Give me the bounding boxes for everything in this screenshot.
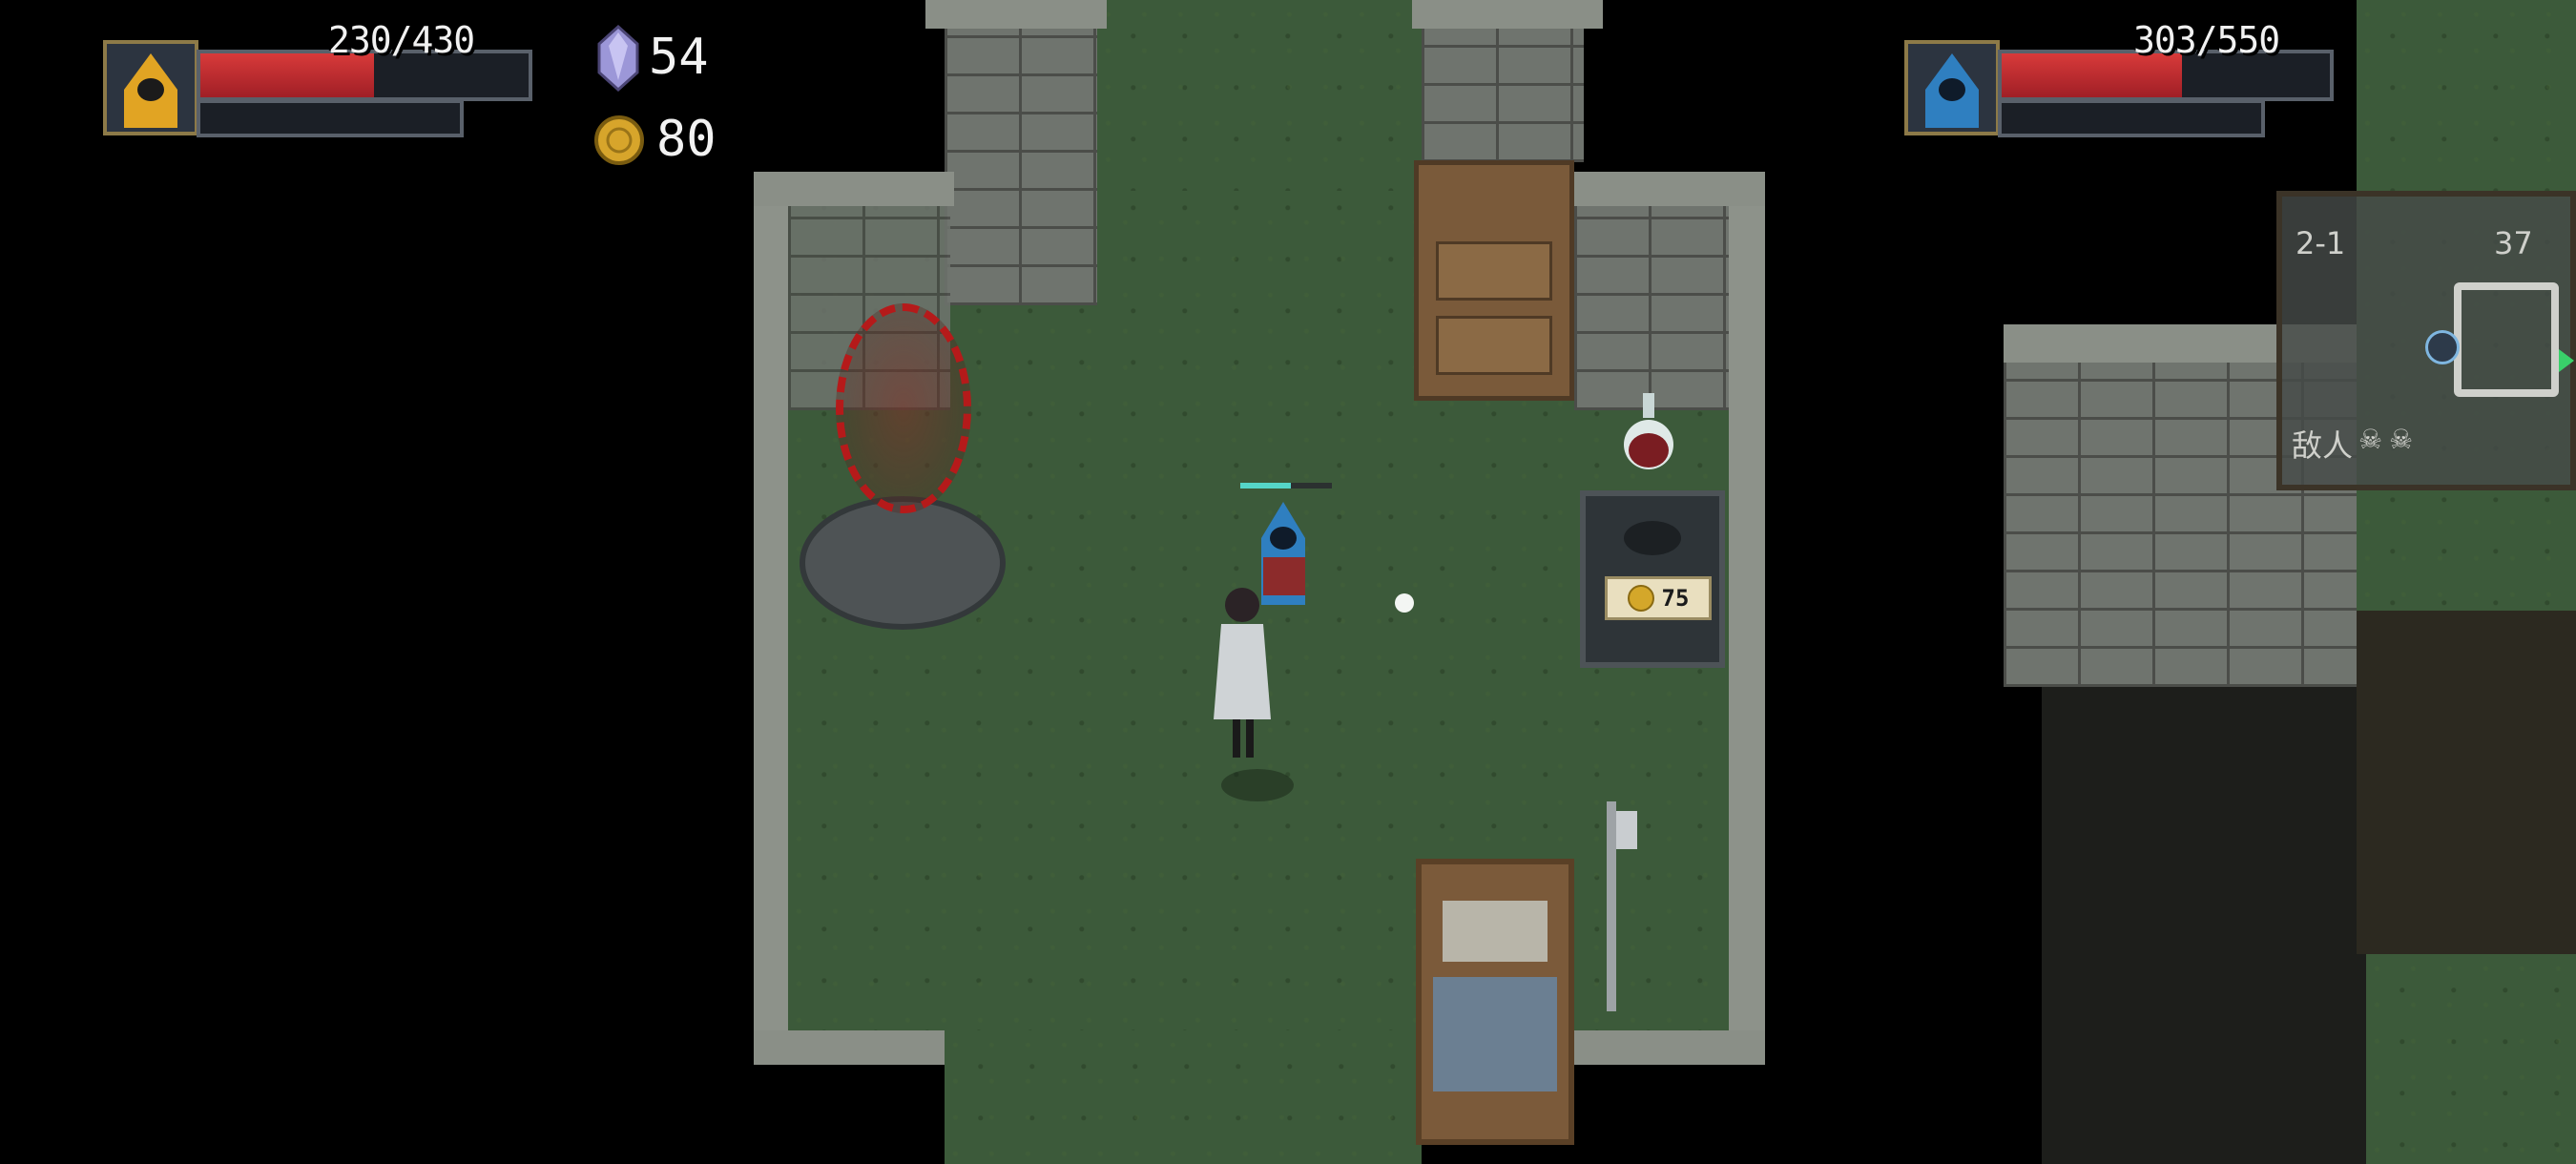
gold-coin-icon (594, 115, 644, 165)
bed[interactable] (1416, 859, 1574, 1145)
purple-crystal-icon (597, 24, 639, 93)
wall-top-north-left (925, 0, 1107, 29)
minimap[interactable]: 2-1 37 敌人 ☠ ☠ (2276, 191, 2576, 490)
east-floor-lower (2366, 954, 2576, 1164)
minimap-player-marker (2425, 330, 2460, 364)
scientist-player (1204, 576, 1280, 767)
price-text: 75 (1661, 585, 1690, 612)
wall-block-northeast (1574, 191, 1729, 410)
gold-count: 80 (656, 111, 717, 168)
player2-hp-text: 303/550 (2133, 19, 2280, 61)
blue-hooded-character-icon (1925, 53, 1979, 128)
wall-block-north-right (1422, 19, 1584, 162)
overhead-health-fill (1240, 483, 1291, 488)
shop-item-slot (1624, 521, 1681, 555)
red-portal[interactable] (836, 303, 971, 513)
player2-mana-bar (1998, 99, 2265, 137)
player2-portrait (1904, 40, 2000, 135)
lab-coat-character-icon (1214, 588, 1271, 758)
health-bar-overhead (1240, 483, 1332, 488)
bed-pillow (1443, 901, 1548, 962)
price-tag: 75 (1605, 576, 1712, 620)
dresser-drawer-top (1436, 241, 1552, 301)
coin-icon (1627, 585, 1654, 612)
iv-stand (1607, 801, 1616, 1011)
corridor-floor-north (1097, 0, 1422, 191)
room-wall-left (754, 172, 792, 1050)
minimap-room-outline (2454, 282, 2559, 397)
dungeon-scene: 75 (0, 0, 2576, 1164)
wall-top-southeast (1574, 1030, 1765, 1065)
wooden-dresser (1414, 160, 1574, 401)
wall-block-north-left (945, 19, 1097, 305)
room-wall-right (1727, 172, 1765, 1050)
wall-top-north-right (1412, 0, 1603, 29)
crystal-icon-wrap (597, 24, 639, 93)
shop-pedestal[interactable]: 75 (1580, 490, 1725, 668)
minimap-exit-arrow-icon (2559, 349, 2574, 372)
aim-cursor (1395, 593, 1414, 613)
skull-icon: ☠ (2358, 424, 2383, 455)
yellow-hooded-character-icon (124, 53, 177, 128)
bed-blanket (1433, 977, 1557, 1091)
dark-pit (2042, 687, 2366, 1164)
wall-top-southwest (754, 1030, 945, 1065)
rubble-area (2357, 611, 2576, 954)
player1-portrait (103, 40, 198, 135)
player-shadow (1221, 769, 1294, 801)
portal-pedestal (800, 496, 1006, 630)
wall-top-northwest (754, 172, 954, 206)
player1-hp-text: 230/430 (328, 19, 475, 61)
skull-icon: ☠ (2389, 424, 2414, 455)
minimap-enemies-label: 敌人 (2292, 427, 2354, 464)
crystal-count: 54 (649, 29, 709, 86)
red-potion-flask[interactable] (1620, 391, 1677, 471)
minimap-level: 2-1 (2296, 225, 2346, 261)
dresser-drawer-bottom (1436, 316, 1552, 375)
wall-top-northeast (1574, 172, 1765, 206)
corridor-floor-south (945, 1030, 1422, 1164)
minimap-percent: 37 (2494, 225, 2533, 261)
gold-icon-wrap (593, 114, 645, 166)
iv-bag (1616, 811, 1637, 849)
player1-mana-bar (197, 99, 464, 137)
potion-icon (1624, 393, 1673, 469)
